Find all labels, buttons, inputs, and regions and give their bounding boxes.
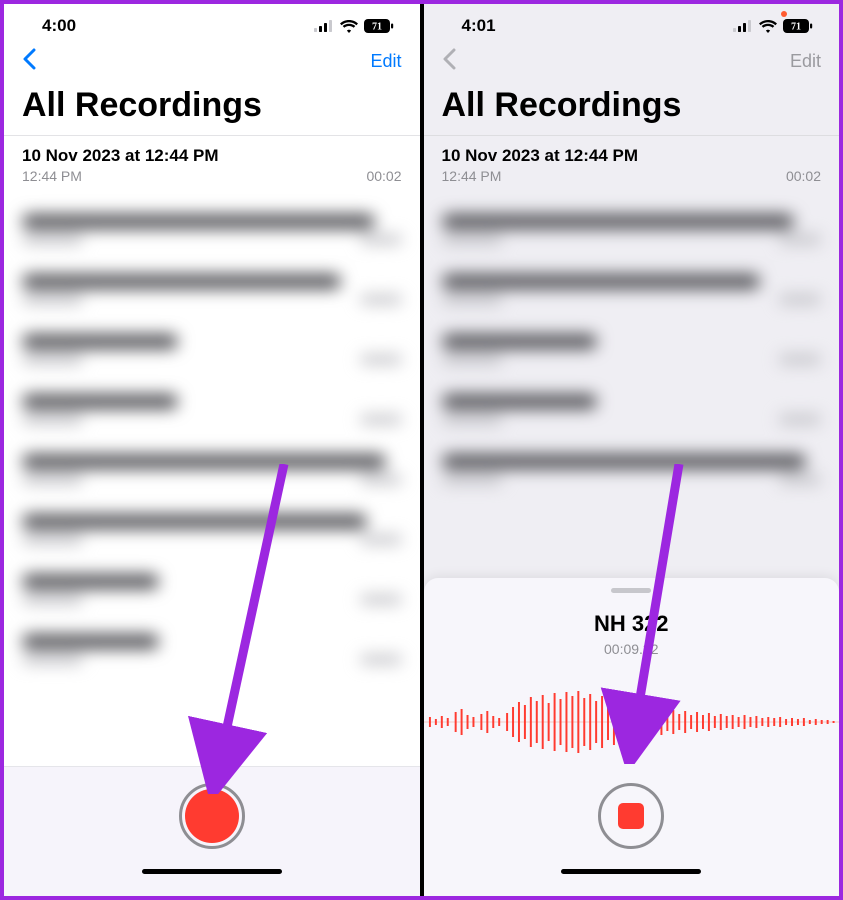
recording-time: 12:44 PM bbox=[442, 168, 502, 184]
battery-icon: 71 bbox=[783, 19, 813, 33]
edit-button[interactable]: Edit bbox=[790, 51, 821, 72]
status-bar: 4:00 71 bbox=[4, 4, 420, 42]
list-item[interactable]: 10 Nov 2023 at 12:44 PM 12:44 PM 00:02 bbox=[424, 135, 840, 192]
cellular-icon bbox=[733, 20, 753, 32]
battery-icon: 71 bbox=[364, 19, 394, 33]
back-button[interactable] bbox=[442, 48, 456, 74]
wifi-icon bbox=[340, 20, 358, 33]
phone-left: 4:00 71 Edit All Recordings 10 Nov 2023 … bbox=[4, 4, 420, 896]
recording-meta: 12:44 PM 00:02 bbox=[22, 168, 402, 184]
current-recording-name: NH 322 bbox=[594, 611, 669, 637]
edit-button[interactable]: Edit bbox=[370, 51, 401, 72]
record-toolbar bbox=[4, 766, 420, 896]
blurred-list bbox=[424, 214, 840, 484]
status-bar: 4:01 71 bbox=[424, 4, 840, 42]
recording-duration: 00:02 bbox=[786, 168, 821, 184]
status-time: 4:00 bbox=[42, 16, 76, 36]
record-button[interactable] bbox=[179, 783, 245, 849]
recording-indicator-dot bbox=[781, 11, 787, 17]
stop-icon bbox=[618, 803, 644, 829]
nav-bar: Edit bbox=[4, 42, 420, 82]
back-button[interactable] bbox=[22, 48, 36, 74]
home-indicator[interactable] bbox=[142, 869, 282, 874]
page-title: All Recordings bbox=[4, 82, 420, 135]
record-icon bbox=[185, 789, 239, 843]
waveform bbox=[424, 687, 840, 757]
wifi-icon bbox=[759, 20, 777, 33]
blurred-list bbox=[4, 214, 420, 664]
recording-title: 10 Nov 2023 at 12:44 PM bbox=[22, 146, 402, 166]
home-indicator[interactable] bbox=[561, 869, 701, 874]
stop-button[interactable] bbox=[598, 783, 664, 849]
recording-time: 12:44 PM bbox=[22, 168, 82, 184]
recording-duration: 00:02 bbox=[366, 168, 401, 184]
svg-text:71: 71 bbox=[791, 22, 801, 33]
battery-level: 71 bbox=[372, 22, 382, 33]
current-recording-elapsed: 00:09.32 bbox=[604, 641, 659, 657]
status-icons: 71 bbox=[733, 19, 813, 33]
dual-phone-layout: 4:00 71 Edit All Recordings 10 Nov 2023 … bbox=[0, 0, 843, 900]
page-title: All Recordings bbox=[424, 82, 840, 135]
recordings-list[interactable]: 10 Nov 2023 at 12:44 PM 12:44 PM 00:02 bbox=[4, 135, 420, 766]
cellular-icon bbox=[314, 20, 334, 32]
status-icons: 71 bbox=[314, 19, 394, 33]
recording-meta: 12:44 PM 00:02 bbox=[442, 168, 822, 184]
nav-bar: Edit bbox=[424, 42, 840, 82]
recording-title: 10 Nov 2023 at 12:44 PM bbox=[442, 146, 822, 166]
recording-drawer[interactable]: NH 322 00:09.32 bbox=[424, 578, 840, 896]
drawer-grabber[interactable] bbox=[611, 588, 651, 593]
phone-right: 4:01 71 Edit All Recordings 10 Nov 2023 … bbox=[424, 4, 840, 896]
status-time: 4:01 bbox=[462, 16, 496, 36]
list-item[interactable]: 10 Nov 2023 at 12:44 PM 12:44 PM 00:02 bbox=[4, 135, 420, 192]
